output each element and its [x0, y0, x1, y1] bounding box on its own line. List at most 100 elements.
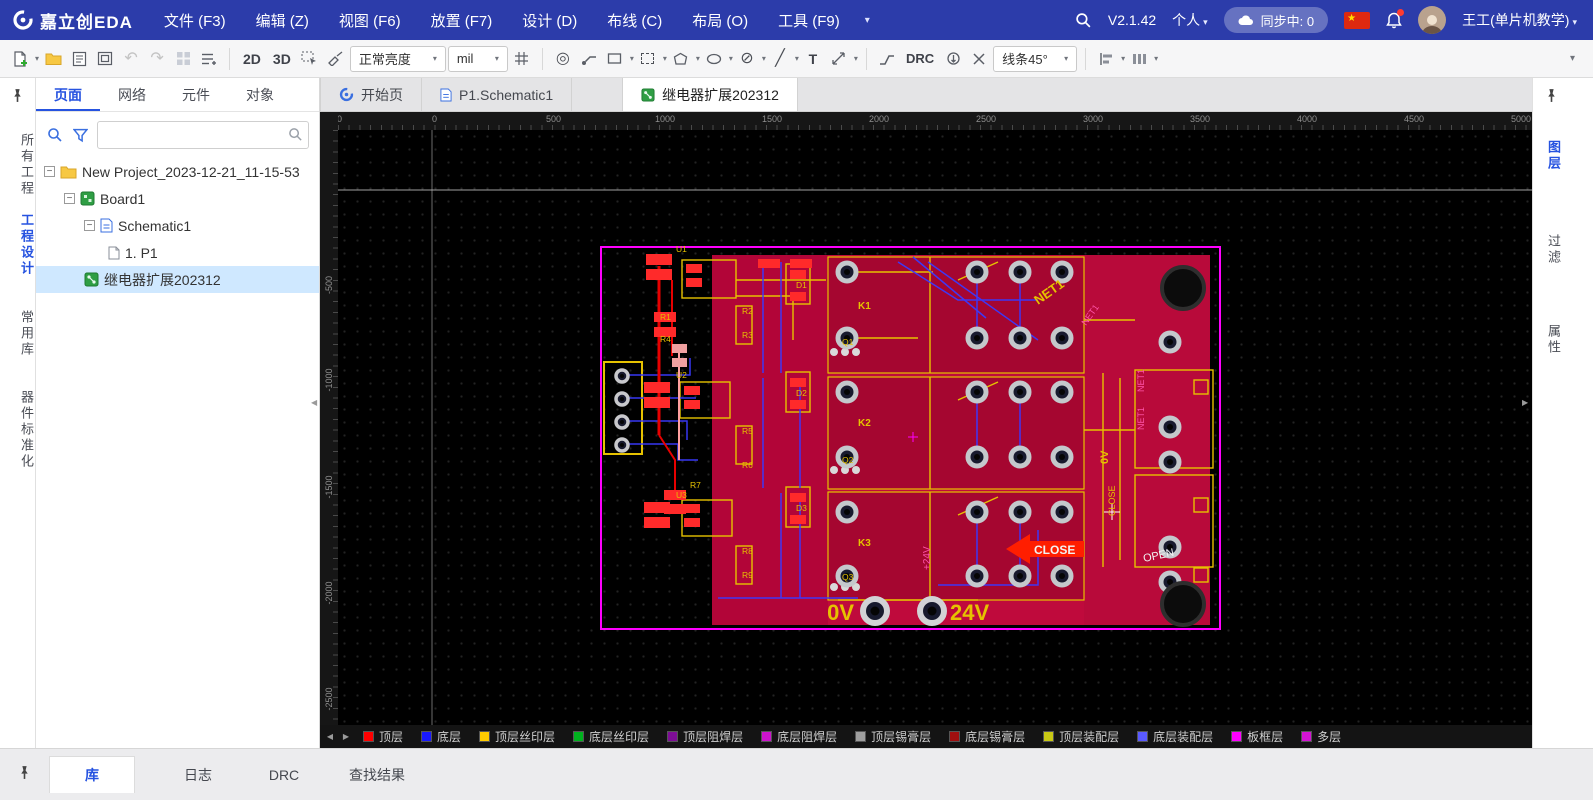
menu-route[interactable]: 布线 (C) — [594, 0, 675, 40]
username-dropdown[interactable]: 王工(单片机教学) ▾ — [1462, 10, 1577, 30]
save-button[interactable] — [67, 46, 91, 72]
track-tool-button[interactable] — [577, 46, 601, 72]
right-panel-collapse-handle[interactable]: ▶ — [1522, 398, 1528, 407]
bottom-tab-library[interactable]: 库 — [49, 756, 135, 793]
dimension-tool-button[interactable] — [827, 46, 851, 72]
chevron-down-icon[interactable]: ▾ — [630, 54, 634, 63]
search-icon[interactable] — [1075, 12, 1092, 29]
keepout-tool-button[interactable]: ⊘ — [735, 46, 759, 72]
via-tool-button[interactable]: ◎ — [551, 46, 575, 72]
dock-tab-component-standard[interactable]: 器件标准化 — [0, 390, 36, 470]
chevron-down-icon[interactable]: ▾ — [762, 54, 766, 63]
tree-item-page-p1[interactable]: 1. P1 — [36, 239, 319, 266]
doc-tab-schematic[interactable]: P1.Schematic1 — [422, 78, 573, 111]
layer-item-top[interactable]: 顶层 — [354, 728, 412, 745]
marquee-select-button[interactable] — [298, 46, 322, 72]
layer-item-bottom-paste[interactable]: 底层锡膏层 — [940, 728, 1034, 745]
menu-file[interactable]: 文件 (F3) — [151, 0, 239, 40]
tree-item-board[interactable]: − Board1 — [36, 185, 319, 212]
doc-tab-pcb[interactable]: 继电器扩展202312 — [622, 78, 798, 111]
language-flag-icon[interactable]: ★ — [1344, 11, 1371, 29]
bottom-tab-search-results[interactable]: 查找结果 — [327, 756, 427, 793]
layer-item-top-paste[interactable]: 顶层锡膏层 — [846, 728, 940, 745]
tree-item-pcb[interactable]: 继电器扩展202312 — [36, 266, 319, 293]
chevron-down-icon[interactable]: ▾ — [854, 54, 858, 63]
place-via-button[interactable] — [941, 46, 965, 72]
chevron-down-icon[interactable]: ▾ — [696, 54, 700, 63]
pin-icon[interactable] — [18, 765, 31, 785]
brightness-select[interactable]: 正常亮度 ▾ — [349, 45, 446, 72]
new-document-button[interactable] — [8, 46, 32, 72]
grid-settings-button[interactable] — [510, 46, 534, 72]
layer-item-bottom-assembly[interactable]: 底层装配层 — [1128, 728, 1222, 745]
undo-button[interactable]: ↶ — [119, 46, 143, 72]
tree-search-input[interactable] — [97, 121, 309, 149]
text-tool-button[interactable]: T — [801, 46, 825, 72]
snapshot-button[interactable] — [93, 46, 117, 72]
rect-tool-button[interactable] — [603, 46, 627, 72]
avatar[interactable] — [1418, 6, 1447, 34]
line-tool-button[interactable]: ╱ — [768, 46, 792, 72]
menu-place[interactable]: 放置 (F7) — [418, 0, 506, 40]
tab-pages[interactable]: 页面 — [36, 78, 100, 111]
menu-edit[interactable]: 编辑 (Z) — [243, 0, 322, 40]
open-project-button[interactable] — [41, 46, 65, 72]
notifications-button[interactable] — [1386, 8, 1405, 29]
layer-item-board-outline[interactable]: 板框层 — [1222, 728, 1292, 745]
search-toggle-button[interactable] — [46, 123, 64, 147]
chevron-down-icon[interactable]: ▾ — [35, 54, 39, 63]
pin-icon[interactable] — [1545, 88, 1558, 108]
tree-item-schematic[interactable]: − Schematic1 — [36, 212, 319, 239]
copper-pour-tool-button[interactable] — [324, 46, 348, 72]
collapse-toggle[interactable]: − — [44, 166, 55, 177]
collapse-toggle[interactable]: − — [64, 193, 75, 204]
dock-tab-properties[interactable]: 属性 — [1533, 324, 1563, 356]
tab-components[interactable]: 元件 — [164, 78, 228, 111]
menu-tools[interactable]: 工具 (F9) — [765, 0, 853, 40]
pin-icon[interactable] — [11, 88, 24, 108]
tab-nets[interactable]: 网络 — [100, 78, 164, 111]
line-mode-select[interactable]: 线条45° ▾ — [993, 45, 1078, 72]
drc-button[interactable]: DRC — [901, 46, 939, 72]
cross-probe-button[interactable] — [967, 46, 991, 72]
app-logo[interactable]: 嘉立创EDA — [12, 8, 133, 33]
align-button[interactable] — [1094, 46, 1118, 72]
dock-tab-common-library[interactable]: 常用库 — [0, 310, 36, 358]
dock-tab-all-projects[interactable]: 所有工程 — [0, 133, 36, 197]
layer-item-bottom[interactable]: 底层 — [412, 728, 470, 745]
chevron-down-icon[interactable]: ▾ — [663, 54, 667, 63]
doc-tab-start-page[interactable]: 开始页 — [320, 78, 422, 111]
layer-item-bottom-silk[interactable]: 底层丝印层 — [564, 728, 658, 745]
menu-design[interactable]: 设计 (D) — [509, 0, 590, 40]
layer-scroll-right-icon[interactable]: ▶ — [338, 729, 354, 745]
view-3d-button[interactable]: 3D — [268, 46, 296, 72]
autoroute-button[interactable] — [875, 46, 899, 72]
toolbar-overflow-chevron-icon[interactable]: ▾ — [1570, 53, 1575, 64]
distribute-button[interactable] — [1127, 46, 1151, 72]
redo-button[interactable]: ↷ — [145, 46, 169, 72]
menu-view[interactable]: 视图 (F6) — [326, 0, 414, 40]
ellipse-tool-button[interactable] — [702, 46, 726, 72]
menu-overflow-chevron-icon[interactable]: ▾ — [857, 15, 878, 26]
layer-item-bottom-mask[interactable]: 底层阻焊层 — [752, 728, 846, 745]
collapse-toggle[interactable]: − — [84, 220, 95, 231]
chevron-down-icon[interactable]: ▾ — [729, 54, 733, 63]
layer-item-multi[interactable]: 多层 — [1292, 728, 1350, 745]
filter-button[interactable] — [72, 123, 90, 147]
sync-status-button[interactable]: 同步中: 0 — [1223, 7, 1329, 33]
layer-item-top-silk[interactable]: 顶层丝印层 — [470, 728, 564, 745]
unit-select[interactable]: mil ▾ — [447, 45, 508, 72]
polygon-tool-button[interactable] — [669, 46, 693, 72]
bottom-tab-log[interactable]: 日志 — [155, 756, 241, 793]
bottom-tab-drc[interactable]: DRC — [241, 756, 327, 793]
pcb-canvas[interactable]: U1 R1 R4 R2 R3 U2 R5 R6 R7 U3 R8 R9 D1 D… — [338, 130, 1532, 725]
dock-tab-project-design[interactable]: 工程设计 — [0, 213, 36, 277]
batch-list-button[interactable] — [197, 46, 221, 72]
chevron-down-icon[interactable]: ▾ — [1154, 54, 1158, 63]
tree-item-project[interactable]: − New Project_2023-12-21_11-15-53 — [36, 158, 319, 185]
layer-item-top-assembly[interactable]: 顶层装配层 — [1034, 728, 1128, 745]
chevron-down-icon[interactable]: ▾ — [795, 54, 799, 63]
menu-layout[interactable]: 布局 (O) — [679, 0, 761, 40]
account-type-dropdown[interactable]: 个人 ▾ — [1172, 10, 1208, 30]
view-2d-button[interactable]: 2D — [238, 46, 266, 72]
